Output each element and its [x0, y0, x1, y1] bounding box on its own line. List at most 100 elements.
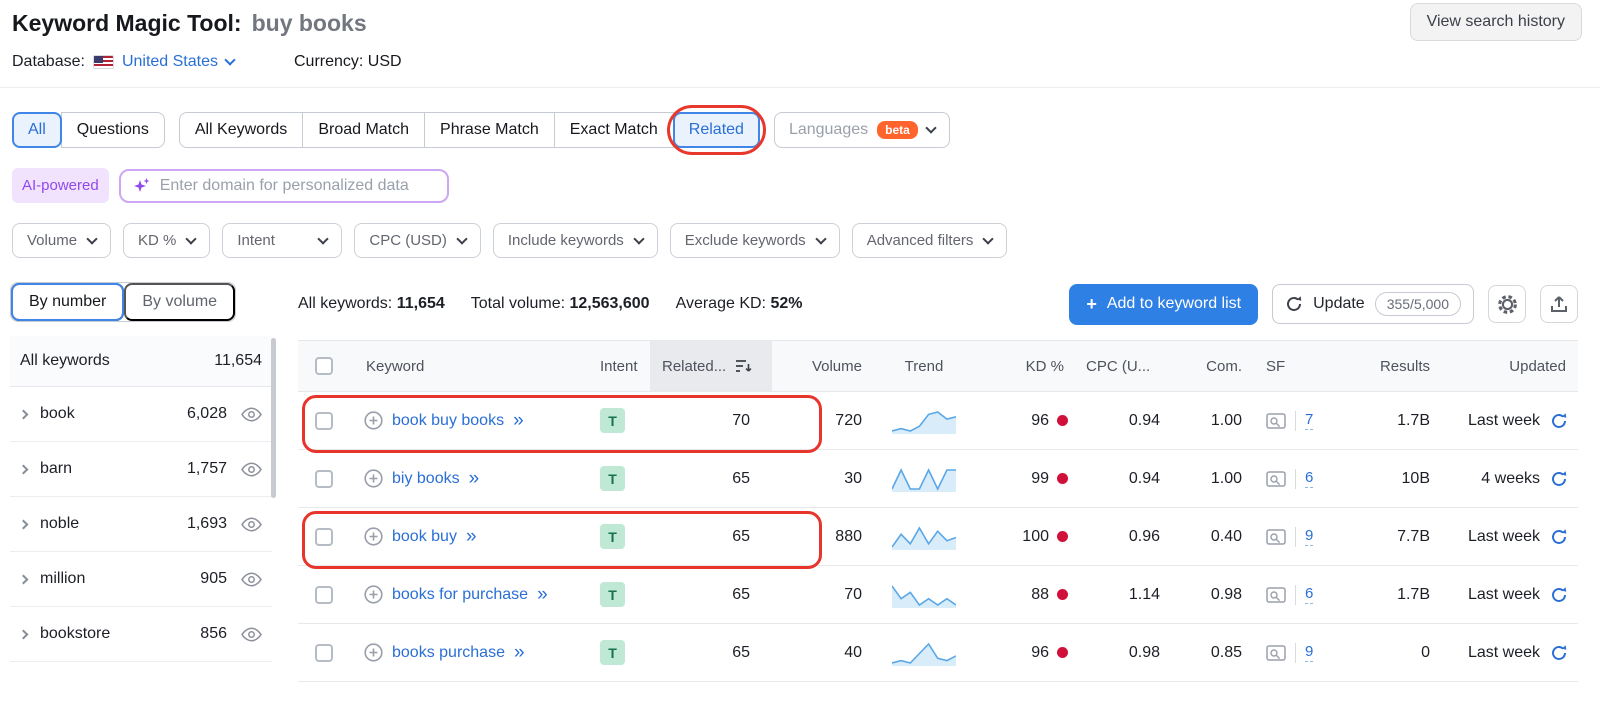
eye-icon[interactable] [241, 461, 262, 477]
refresh-icon[interactable] [1550, 470, 1568, 488]
row-checkbox[interactable] [315, 527, 333, 546]
eye-icon[interactable] [241, 571, 262, 587]
languages-dropdown[interactable]: Languages beta [773, 112, 950, 148]
header-keyword[interactable]: Keyword [350, 358, 592, 375]
eye-icon[interactable] [241, 626, 262, 642]
row-checkbox[interactable] [315, 585, 333, 604]
sf-count[interactable]: 6 [1305, 585, 1314, 604]
filter-kd[interactable]: KD % [123, 223, 211, 258]
header-kd[interactable]: KD % [972, 358, 1078, 375]
header-cpc[interactable]: CPC (U... [1078, 358, 1174, 375]
tab-exact-match[interactable]: Exact Match [553, 112, 674, 148]
open-keyword-icon[interactable]: » [514, 643, 525, 662]
filter-volume[interactable]: Volume [12, 223, 112, 258]
intent-badge[interactable]: T [600, 466, 625, 491]
sort-by-volume-tab[interactable]: By volume [124, 283, 236, 321]
header-sf[interactable]: SF [1256, 358, 1332, 375]
update-quota: 355/5,000 [1374, 292, 1461, 316]
add-keyword-icon[interactable] [364, 527, 383, 546]
keyword-link[interactable]: book buy [392, 528, 457, 546]
open-keyword-icon[interactable]: » [466, 527, 477, 546]
header-intent[interactable]: Intent [592, 358, 650, 375]
header-updated[interactable]: Updated [1444, 358, 1574, 375]
chevron-down-icon [925, 122, 937, 134]
intent-badge[interactable]: T [600, 640, 625, 665]
add-to-keyword-list-button[interactable]: + Add to keyword list [1069, 283, 1259, 325]
group-item-barn[interactable]: barn 1,757 [10, 442, 272, 497]
sf-count[interactable]: 6 [1305, 469, 1314, 488]
tab-broad-match[interactable]: Broad Match [302, 112, 426, 148]
add-keyword-icon[interactable] [364, 411, 383, 430]
group-item-noble[interactable]: noble 1,693 [10, 497, 272, 552]
refresh-icon[interactable] [1550, 644, 1568, 662]
filter-label: Exclude keywords [684, 232, 806, 249]
sort-by-number-tab[interactable]: By number [11, 283, 125, 321]
chevron-down-icon [86, 232, 98, 245]
group-label: million [40, 570, 86, 587]
export-button[interactable] [1540, 285, 1578, 323]
intent-badge[interactable]: T [600, 408, 625, 433]
stat-label: Total volume: [470, 295, 566, 312]
update-button[interactable]: Update 355/5,000 [1272, 284, 1474, 324]
refresh-icon[interactable] [1550, 412, 1568, 430]
filter-cpc[interactable]: CPC (USD) [354, 223, 481, 258]
row-checkbox[interactable] [315, 411, 333, 430]
table-row: book buy books » T 70 720 96 0.94 1.00 7… [298, 392, 1578, 453]
sidebar-scrollbar[interactable] [271, 338, 276, 498]
refresh-icon[interactable] [1550, 586, 1568, 604]
tab-phrase-match[interactable]: Phrase Match [424, 112, 555, 148]
expand-chevron-icon[interactable] [18, 409, 29, 419]
stat-value: 11,654 [396, 295, 445, 312]
refresh-icon[interactable] [1550, 528, 1568, 546]
table-header-row: Keyword Intent Related... Volume Trend K… [298, 340, 1578, 392]
expand-chevron-icon[interactable] [18, 519, 29, 529]
expand-chevron-icon[interactable] [18, 574, 29, 584]
filter-advanced[interactable]: Advanced filters [851, 223, 1008, 258]
eye-icon[interactable] [241, 516, 262, 532]
group-item-million[interactable]: million 905 [10, 552, 272, 607]
expand-chevron-icon[interactable] [18, 629, 29, 639]
group-item-bookstore[interactable]: bookstore 856 [10, 607, 272, 662]
kd-value: 96 [1031, 643, 1049, 661]
open-keyword-icon[interactable]: » [469, 469, 480, 488]
add-keyword-icon[interactable] [364, 643, 383, 662]
expand-chevron-icon[interactable] [18, 464, 29, 474]
intent-badge[interactable]: T [600, 582, 625, 607]
keyword-link[interactable]: books purchase [392, 644, 505, 662]
keyword-link[interactable]: book buy books [392, 412, 504, 430]
row-checkbox[interactable] [315, 643, 333, 662]
add-keyword-icon[interactable] [364, 469, 383, 488]
header-com[interactable]: Com. [1174, 358, 1256, 375]
sidebar-sort-toggle: By number By volume [10, 282, 237, 322]
open-keyword-icon[interactable]: » [513, 411, 524, 430]
tab-all[interactable]: All [12, 112, 62, 148]
all-keywords-group[interactable]: All keywords 11,654 [10, 336, 272, 387]
sf-count[interactable]: 9 [1305, 527, 1314, 546]
tab-all-keywords[interactable]: All Keywords [178, 112, 304, 148]
header-volume[interactable]: Volume [772, 358, 876, 375]
filter-exclude-keywords[interactable]: Exclude keywords [669, 223, 840, 258]
header-results[interactable]: Results [1332, 358, 1444, 375]
database-selector[interactable]: United States [122, 53, 236, 71]
keyword-link[interactable]: books for purchase [392, 586, 528, 604]
domain-input[interactable] [159, 176, 435, 195]
row-checkbox[interactable] [315, 469, 333, 488]
settings-button[interactable] [1488, 285, 1526, 323]
group-item-book[interactable]: book 6,028 [10, 387, 272, 442]
open-keyword-icon[interactable]: » [537, 585, 548, 604]
view-search-history-button[interactable]: View search history [1409, 3, 1582, 41]
sf-count[interactable]: 7 [1305, 411, 1314, 430]
eye-icon[interactable] [241, 406, 262, 422]
kd-value: 100 [1022, 527, 1049, 545]
tab-questions[interactable]: Questions [60, 112, 165, 148]
keyword-link[interactable]: biy books [392, 470, 460, 488]
intent-badge[interactable]: T [600, 524, 625, 549]
header-related[interactable]: Related... [650, 341, 772, 391]
filter-intent[interactable]: Intent [222, 223, 343, 258]
filter-include-keywords[interactable]: Include keywords [492, 223, 658, 258]
results-value: 1.7B [1397, 585, 1430, 603]
add-keyword-icon[interactable] [364, 585, 383, 604]
sf-count[interactable]: 9 [1305, 643, 1314, 662]
tab-related[interactable]: Related [666, 105, 767, 155]
select-all-checkbox[interactable] [315, 357, 333, 375]
